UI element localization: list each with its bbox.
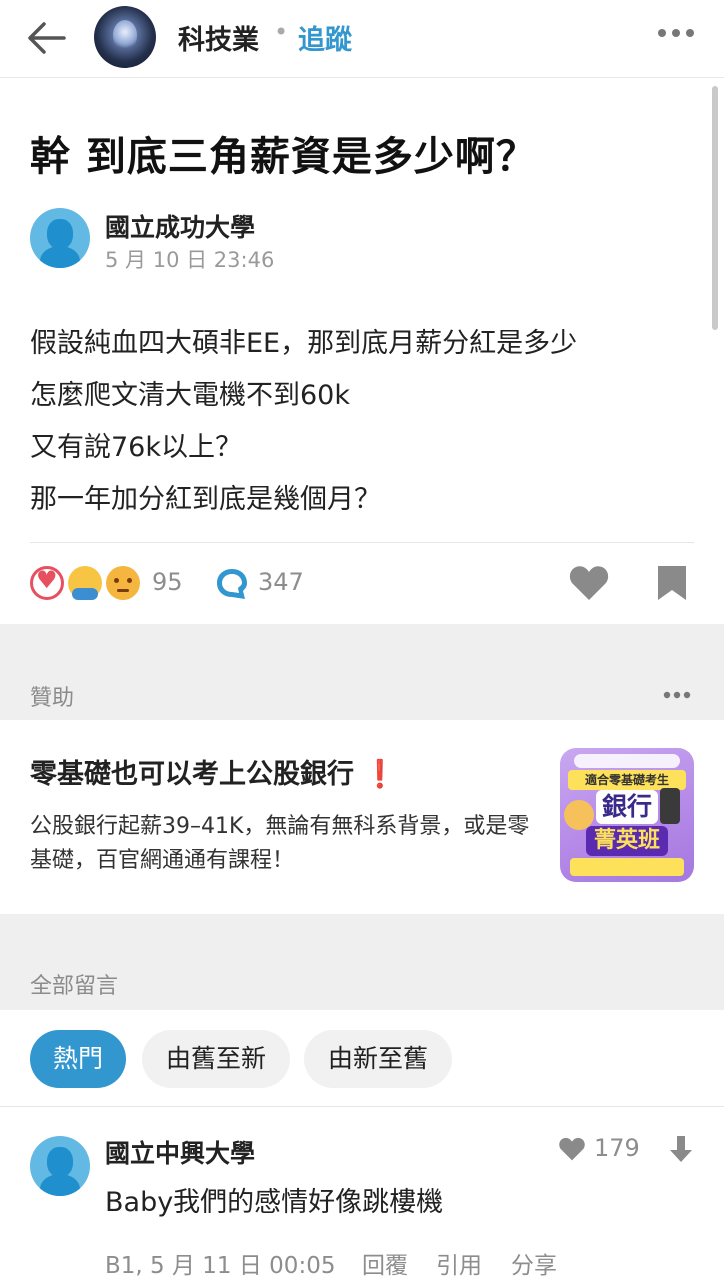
- divider: [0, 1106, 724, 1107]
- heart-reaction-icon[interactable]: [30, 566, 64, 600]
- ad-elite-label: 菁英班: [586, 826, 668, 856]
- ad-bottom-strip: [570, 858, 684, 876]
- sponsor-description[interactable]: 公股銀行起薪39–41K，無論有無科系背景，或是零基礎，百官網通通有課程！: [30, 810, 530, 878]
- comment-floor-time: B1, 5 月 11 日 00:05: [105, 1253, 336, 1279]
- commenter-avatar[interactable]: [30, 1136, 90, 1196]
- post-body-line: 怎麼爬文清大電機不到60k: [30, 380, 350, 411]
- post-author[interactable]: 國立成功大學: [105, 208, 255, 244]
- ad-image[interactable]: 適合零基礎考生 銀行 菁英班: [560, 748, 694, 882]
- post-title: 幹 到底三角薪資是多少啊？: [30, 134, 537, 180]
- divider: [30, 542, 694, 543]
- reaction-bar: 95 347: [28, 562, 708, 606]
- back-arrow-icon[interactable]: [22, 14, 70, 62]
- sponsor-label: 贊助: [30, 686, 75, 711]
- post-body-line: 那一年加分紅到底是幾個月？: [30, 484, 381, 515]
- post-body: 假設純血四大碩非EE，那到底月薪分紅是多少 怎麼爬文清大電機不到60k 又有說7…: [30, 318, 690, 526]
- comments-header: 全部留言: [0, 914, 724, 1010]
- board-avatar[interactable]: [94, 6, 156, 68]
- ad-band-text: 適合零基礎考生: [584, 773, 669, 787]
- comments-label: 全部留言: [30, 974, 119, 999]
- sort-hot-chip[interactable]: 熱門: [30, 1030, 126, 1088]
- sponsor-title[interactable]: 零基礎也可以考上公股銀行 ❗: [30, 752, 397, 791]
- comment-icon[interactable]: [214, 566, 250, 602]
- top-bar: 科技業 • 追蹤: [0, 0, 724, 78]
- sort-newest-chip[interactable]: 由新至舊: [304, 1030, 452, 1088]
- reply-button[interactable]: 回覆: [362, 1246, 408, 1280]
- sponsor-title-text: 零基礎也可以考上公股銀行: [30, 759, 354, 790]
- comment-text: Baby我們的感情好像跳樓機: [105, 1187, 444, 1218]
- comment-like-count: 179: [594, 1134, 640, 1162]
- share-button[interactable]: 分享: [511, 1246, 557, 1280]
- author-avatar[interactable]: [30, 208, 90, 268]
- comment-count[interactable]: 347: [258, 568, 304, 596]
- ad-elite-text: 菁英班: [593, 828, 660, 853]
- post-time: 5 月 10 日 23:46: [105, 248, 275, 272]
- phone-icon: [660, 788, 680, 824]
- separator-dot: •: [274, 18, 289, 46]
- ad-bank-text: 銀行: [601, 792, 652, 821]
- exclamation-icon: ❗: [363, 759, 398, 790]
- reaction-count[interactable]: 95: [152, 568, 183, 596]
- ad-bank-label: 銀行: [596, 790, 658, 824]
- ad-logo-strip: [574, 754, 680, 768]
- post-body-line: 又有說76k以上？: [30, 432, 242, 463]
- bookmark-icon[interactable]: [656, 564, 688, 602]
- heart-icon[interactable]: [568, 564, 610, 602]
- post-body-line: 假設純血四大碩非EE，那到底月薪分紅是多少: [30, 328, 578, 359]
- sponsor-header: 贊助: [0, 624, 724, 720]
- more-options-icon[interactable]: [652, 18, 700, 48]
- scrollbar[interactable]: [712, 86, 718, 330]
- downvote-arrow-icon[interactable]: [668, 1134, 694, 1164]
- comment-author[interactable]: 國立中興大學: [105, 1134, 255, 1170]
- cry-reaction-icon[interactable]: [68, 566, 102, 600]
- sponsor-more-icon[interactable]: [662, 690, 692, 700]
- follow-button[interactable]: 追蹤: [298, 18, 352, 57]
- sort-oldest-chip[interactable]: 由舊至新: [142, 1030, 290, 1088]
- quote-button[interactable]: 引用: [436, 1246, 482, 1280]
- board-name[interactable]: 科技業: [178, 18, 259, 57]
- angry-reaction-icon[interactable]: [106, 566, 140, 600]
- comment-heart-icon[interactable]: [558, 1136, 586, 1162]
- ad-band: 適合零基礎考生: [568, 770, 686, 790]
